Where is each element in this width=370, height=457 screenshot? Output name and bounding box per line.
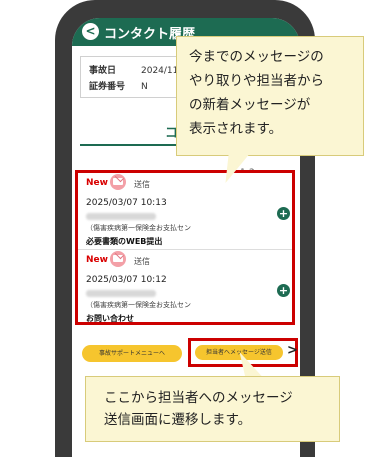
info-row-policy-number: 証券番号 N	[89, 79, 148, 92]
redacted-name	[86, 213, 156, 220]
callout-message-history: 今までのメッセージの やり取りや担当者から の新着メッセージが 表示されます。	[176, 36, 364, 156]
direction-label: 送信	[134, 257, 150, 266]
callout-text: 今までのメッセージの	[189, 49, 324, 65]
support-menu-button[interactable]: 事故サポートメニューへ	[82, 345, 182, 362]
callout-text: ここから担当者へのメッセージ	[104, 390, 293, 406]
callout-text: やり取りや担当者から	[189, 73, 324, 89]
message-subject: 必要書類のWEB提出	[86, 237, 163, 246]
redacted-name	[86, 290, 156, 297]
callout-text: 表示されます。	[189, 121, 283, 137]
message-datetime: 2025/03/07 10:13	[86, 198, 167, 208]
message-item[interactable]: New 送信 2025/03/07 10:12 （傷害疾病第一保険金お支払セン …	[78, 249, 292, 323]
direction-label: 送信	[134, 180, 150, 189]
callout-text: の新着メッセージが	[189, 97, 311, 113]
message-list-highlight: New 送信 2025/03/07 10:13 （傷害疾病第一保険金お支払セン …	[75, 170, 295, 325]
chevron-right-icon[interactable]: >	[287, 343, 298, 358]
message-subject: お問い合わせ	[86, 314, 134, 323]
callout-text: 送信画面に遷移します。	[104, 412, 252, 428]
expand-plus-icon[interactable]: +	[277, 284, 290, 297]
info-value: 2024/11	[141, 66, 179, 76]
message-item[interactable]: New 送信 2025/03/07 10:13 （傷害疾病第一保険金お支払セン …	[78, 173, 292, 246]
mail-icon	[110, 174, 126, 190]
new-badge: New	[86, 178, 108, 188]
back-button[interactable]: <	[82, 23, 99, 40]
new-badge: New	[86, 255, 108, 265]
info-row-accident-date: 事故日 2024/11	[89, 63, 178, 76]
info-key: 事故日	[89, 66, 117, 76]
callout-send-button: ここから担当者へのメッセージ 送信画面に遷移します。	[85, 376, 340, 442]
message-sender: （傷害疾病第一保険金お支払セン	[86, 224, 191, 232]
message-sender: （傷害疾病第一保険金お支払セン	[86, 301, 191, 309]
expand-plus-icon[interactable]: +	[277, 207, 290, 220]
mail-icon	[110, 251, 126, 267]
info-value: N	[141, 82, 148, 92]
info-key: 証券番号	[89, 82, 126, 92]
message-datetime: 2025/03/07 10:12	[86, 275, 167, 285]
